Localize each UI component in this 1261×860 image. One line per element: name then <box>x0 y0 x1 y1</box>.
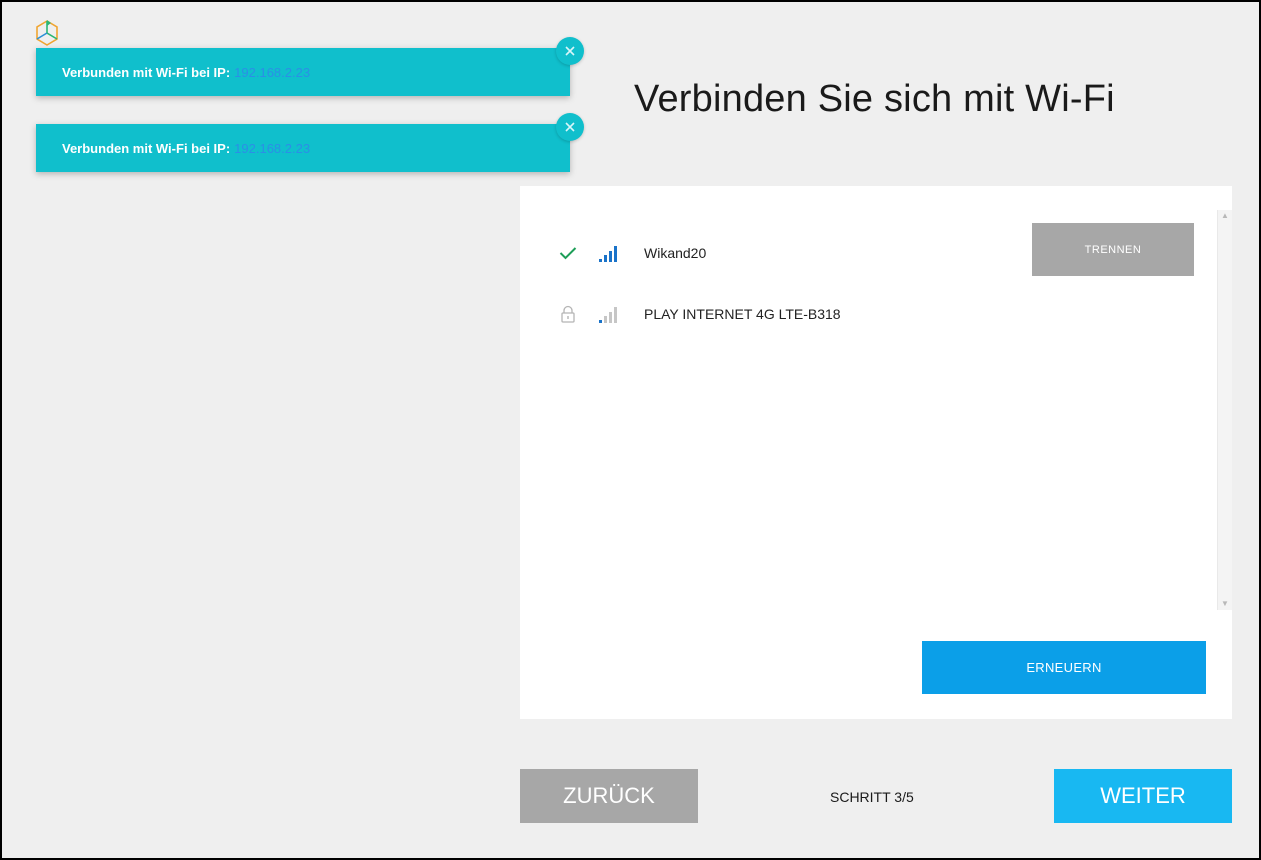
lock-icon <box>556 302 580 326</box>
app-logo-icon <box>36 20 58 46</box>
scroll-down-icon[interactable]: ▼ <box>1221 600 1229 608</box>
toast-notification: Verbunden mit Wi-Fi bei IP: 192.168.2.23 <box>36 37 584 96</box>
signal-weak-icon <box>598 304 624 324</box>
next-button[interactable]: WEITER <box>1054 769 1232 823</box>
network-item-play-internet[interactable]: PLAY INTERNET 4G LTE-B318 <box>556 299 841 329</box>
network-item-wikand20[interactable]: Wikand20 <box>556 238 706 268</box>
wifi-panel: Wikand20 TRENNEN PLAY INTERNET 4G LTE-B3… <box>520 186 1232 719</box>
toast-ip-address: 192.168.2.23 <box>234 64 311 80</box>
page-title: Verbinden Sie sich mit Wi-Fi <box>634 78 1115 120</box>
close-icon[interactable] <box>556 37 584 65</box>
toast-ip-address: 192.168.2.23 <box>234 140 311 156</box>
scrollbar[interactable]: ▲ ▼ <box>1217 210 1232 610</box>
step-indicator: SCHRITT 3/5 <box>830 789 914 805</box>
toast-message: Verbunden mit Wi-Fi bei IP: 192.168.2.23 <box>62 64 311 80</box>
app-window: Verbunden mit Wi-Fi bei IP: 192.168.2.23 … <box>0 0 1261 860</box>
toast-notification: Verbunden mit Wi-Fi bei IP: 192.168.2.23 <box>36 113 584 172</box>
refresh-button[interactable]: ERNEUERN <box>922 641 1206 694</box>
close-icon[interactable] <box>556 113 584 141</box>
network-name: PLAY INTERNET 4G LTE-B318 <box>644 306 841 322</box>
toast-message: Verbunden mit Wi-Fi bei IP: 192.168.2.23 <box>62 140 311 156</box>
scroll-up-icon[interactable]: ▲ <box>1221 212 1229 220</box>
network-list: Wikand20 TRENNEN PLAY INTERNET 4G LTE-B3… <box>520 186 1218 611</box>
check-icon <box>556 241 580 265</box>
disconnect-button[interactable]: TRENNEN <box>1032 223 1194 276</box>
network-name: Wikand20 <box>644 245 707 261</box>
signal-full-icon <box>598 243 624 263</box>
back-button[interactable]: ZURÜCK <box>520 769 698 823</box>
